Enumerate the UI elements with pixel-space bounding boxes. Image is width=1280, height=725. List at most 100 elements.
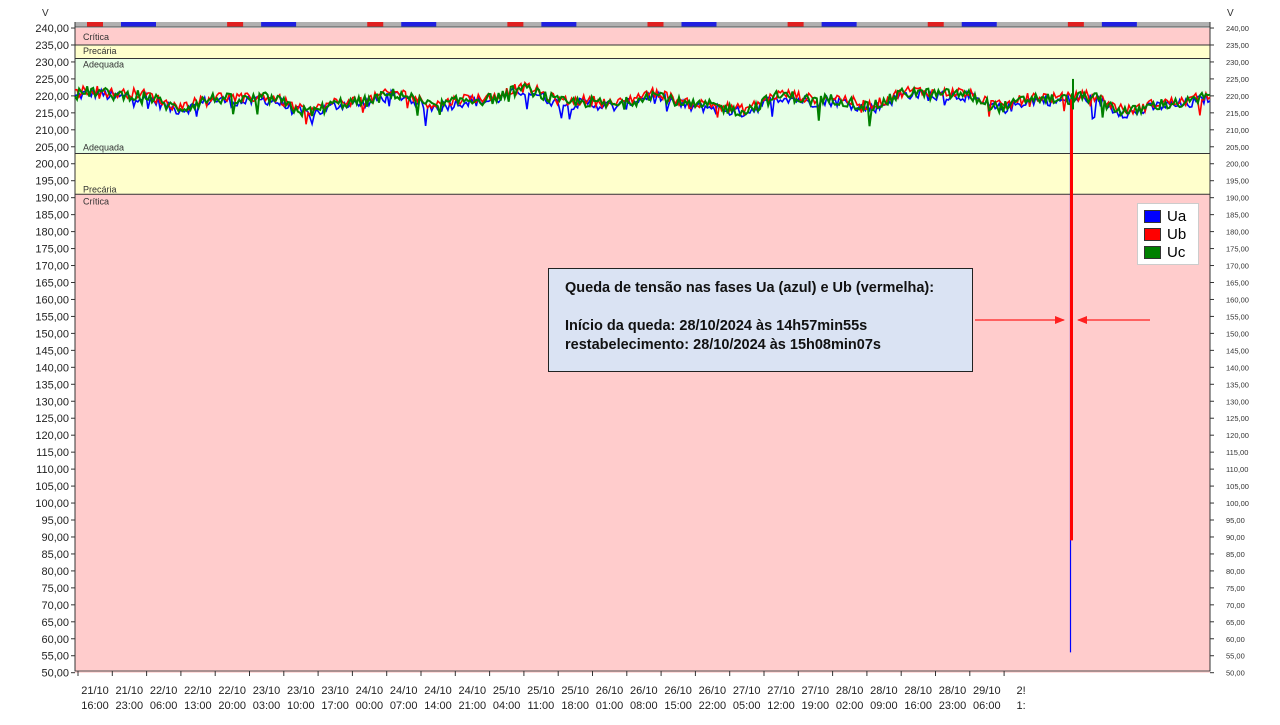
y-tick-label-right: 140,00: [1226, 363, 1249, 372]
x-tick-label-date: 28/10: [836, 685, 864, 697]
top-strip: [75, 22, 1210, 27]
top-strip-marker-blue: [821, 22, 857, 27]
x-tick-label-time: 23:00: [939, 700, 967, 712]
y-tick-label-right: 240,00: [1226, 24, 1249, 33]
y-tick-label-left: 195,00: [35, 176, 69, 188]
y-tick-label-right: 115,00: [1226, 448, 1248, 457]
y-tick-label-right: 80,00: [1226, 567, 1245, 576]
y-tick-label-left: 125,00: [35, 413, 69, 425]
y-tick-label-left: 50,00: [41, 668, 69, 680]
x-tick-label-date: 21/10: [81, 685, 109, 697]
y-tick-label-left: 215,00: [35, 108, 69, 120]
legend-swatch-ub: [1144, 227, 1161, 241]
y-tick-label-right: 90,00: [1226, 533, 1245, 542]
y-tick-label-left: 150,00: [35, 328, 69, 340]
y-tick-label-left: 200,00: [35, 159, 69, 171]
x-tick-label-time: 05:00: [733, 700, 761, 712]
x-tick-label-time: 21:00: [459, 700, 487, 712]
band-label-4: Precária: [83, 184, 117, 194]
x-tick-label-time: 07:00: [390, 700, 418, 712]
top-strip-marker-red: [927, 22, 944, 27]
y-tick-label-left: 75,00: [41, 583, 69, 595]
y-tick-label-right: 155,00: [1226, 312, 1249, 321]
y-tick-label-left: 135,00: [35, 379, 69, 391]
x-tick-label-date: 29/10: [973, 685, 1001, 697]
band-label-3: Adequada: [83, 143, 124, 153]
y-tick-label-right: 175,00: [1226, 245, 1249, 254]
y-tick-label-left: 175,00: [35, 244, 69, 256]
x-tick-label-date: 27/10: [733, 685, 761, 697]
x-tick-label-time: 00:00: [356, 700, 384, 712]
chart-area: Crítica Precária Adequada Adequada Precária C…: [0, 0, 1280, 720]
y-tick-label-right: 195,00: [1226, 177, 1249, 186]
legend-swatch-ua: [1144, 209, 1161, 223]
y-tick-label-left: 220,00: [35, 91, 69, 103]
x-tick-label-date: 25/10: [493, 685, 521, 697]
y-unit-left: V: [42, 8, 49, 19]
x-tick-label-date: 24/10: [390, 685, 418, 697]
y-tick-label-left: 240,00: [35, 23, 69, 35]
x-tick-label-date: 23/10: [253, 685, 281, 697]
y-tick-label-left: 160,00: [35, 294, 69, 306]
y-tick-label-right: 170,00: [1226, 262, 1249, 271]
y-unit-right: V: [1227, 8, 1234, 19]
legend-item-uc: Uc: [1144, 243, 1198, 261]
x-tick-label-time: 17:00: [321, 700, 349, 712]
top-strip-marker-red: [367, 22, 384, 27]
band-1: [75, 44, 1210, 59]
x-tick-label-date: 24/10: [459, 685, 487, 697]
y-tick-label-right: 210,00: [1226, 126, 1249, 135]
x-tick-label-date: 2!: [1017, 685, 1026, 697]
top-strip-marker-red: [227, 22, 244, 27]
y-tick-label-left: 70,00: [41, 600, 69, 612]
y-tick-label-left: 115,00: [36, 447, 69, 459]
x-tick-label-date: 24/10: [424, 685, 452, 697]
y-tick-label-left: 235,00: [35, 40, 69, 52]
x-tick-label-date: 22/10: [218, 685, 246, 697]
legend-label-ua: Ua: [1167, 207, 1187, 225]
y-tick-label-left: 65,00: [41, 617, 69, 629]
y-tick-label-left: 225,00: [35, 74, 69, 86]
y-tick-label-right: 120,00: [1226, 431, 1249, 440]
x-tick-label-date: 28/10: [939, 685, 967, 697]
x-tick-label-time: 04:00: [493, 700, 521, 712]
y-tick-label-right: 100,00: [1226, 499, 1249, 508]
top-strip-marker-red: [787, 22, 804, 27]
x-tick-label-time: 1:: [1017, 700, 1026, 712]
y-tick-label-left: 100,00: [35, 498, 69, 510]
y-tick-label-left: 180,00: [35, 227, 69, 239]
x-tick-label-time: 12:00: [767, 700, 795, 712]
y-tick-label-right: 50,00: [1226, 669, 1245, 678]
y-tick-label-left: 145,00: [35, 345, 69, 357]
x-tick-label-date: 21/10: [116, 685, 144, 697]
band-label-2: Adequada: [83, 60, 124, 70]
band-0: [75, 28, 1210, 45]
y-tick-label-left: 190,00: [35, 193, 69, 205]
y-tick-label-left: 55,00: [41, 651, 69, 663]
y-tick-label-right: 130,00: [1226, 397, 1249, 406]
y-tick-label-left: 185,00: [35, 210, 69, 222]
y-tick-label-right: 230,00: [1226, 58, 1249, 67]
top-strip-marker-blue: [961, 22, 997, 27]
band-label-1: Precária: [83, 46, 117, 56]
y-tick-label-left: 210,00: [35, 125, 69, 137]
top-strip-marker-blue: [681, 22, 717, 27]
x-tick-label-date: 28/10: [870, 685, 898, 697]
x-tick-label-date: 26/10: [699, 685, 727, 697]
x-tick-label-time: 11:00: [528, 700, 555, 712]
x-tick-label-date: 26/10: [630, 685, 658, 697]
y-tick-label-right: 110,00: [1226, 465, 1248, 474]
x-tick-label-date: 27/10: [802, 685, 830, 697]
top-strip-marker-blue: [401, 22, 437, 27]
annotation-line-3: restabelecimento: 28/10/2024 às 15h08min…: [565, 337, 881, 353]
legend-label-uc: Uc: [1167, 243, 1186, 261]
top-strip-marker-red: [647, 22, 664, 27]
top-strip-marker-blue: [1101, 22, 1137, 27]
y-tick-label-right: 60,00: [1226, 635, 1245, 644]
band-4: [75, 153, 1210, 195]
y-tick-label-left: 170,00: [35, 261, 69, 273]
x-tick-label-time: 20:00: [218, 700, 246, 712]
x-tick-label-time: 03:00: [253, 700, 281, 712]
y-tick-label-right: 235,00: [1226, 41, 1249, 50]
x-tick-label-time: 01:00: [596, 700, 624, 712]
